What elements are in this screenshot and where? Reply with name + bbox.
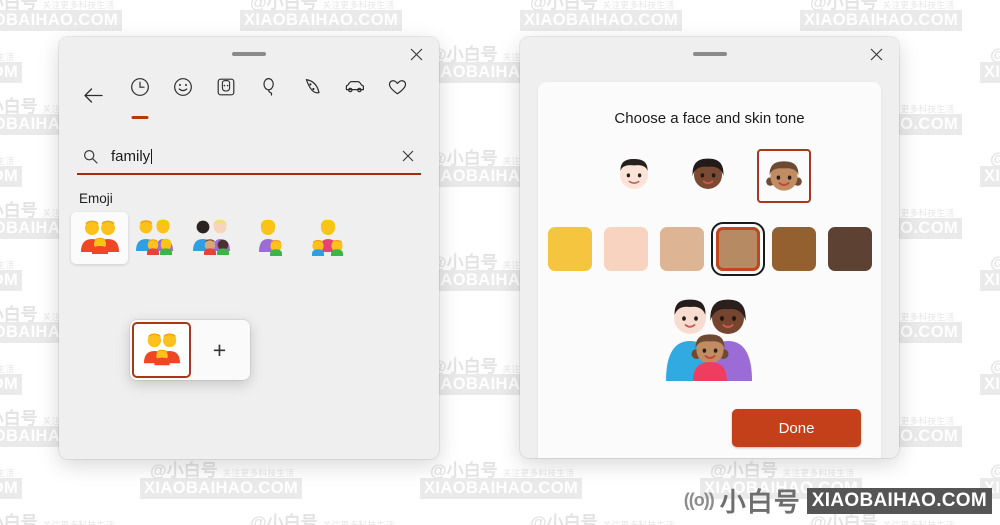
skin-tone-title: Choose a face and skin tone — [614, 110, 805, 127]
watermark-tile: @小白号关注更多科技生活XIAOBAIHAO.COM — [980, 246, 1000, 298]
face-girl-medium[interactable] — [756, 149, 811, 203]
emoji-picker-window: family Emoji + — [59, 37, 439, 459]
site-logo: ((o)) 小白号 XIAOBAIHAO.COM — [684, 482, 992, 519]
kaomoji-tab[interactable] — [248, 77, 289, 113]
emoji-result-family-woman-boy-boy[interactable] — [299, 212, 356, 264]
watermark-tile: @小白号关注更多科技生活XIAOBAIHAO.COM — [250, 513, 395, 525]
emoji-result-family-woman-boy[interactable] — [242, 212, 299, 264]
back-button[interactable] — [73, 77, 113, 113]
face-woman-dark[interactable] — [683, 149, 733, 199]
watermark-tile: @小白号关注更多科技生活XIAOBAIHAO.COM — [980, 38, 1000, 90]
emoji-variant-flyout: + — [130, 320, 250, 380]
tone-medium[interactable] — [710, 222, 765, 276]
watermark-tile: @小白号关注更多科技生活XIAOBAIHAO.COM — [800, 0, 1000, 38]
tone-light[interactable] — [603, 227, 648, 271]
search-input-value[interactable]: family — [111, 148, 150, 165]
emoji-result-family-man-dark-woman-light-children[interactable] — [185, 212, 242, 264]
watermark-tile: @小白号关注更多科技生活XIAOBAIHAO.COM — [520, 0, 800, 38]
broadcast-icon: ((o)) — [683, 490, 715, 510]
close-icon[interactable] — [859, 41, 893, 67]
family-preview-emoji — [538, 297, 881, 383]
clear-icon[interactable] — [397, 145, 419, 167]
skin-tone-card: Choose a face and skin tone Done — [538, 82, 881, 458]
logo-chinese-text: 小白号 — [719, 487, 801, 517]
emoji-results-grid — [59, 206, 439, 264]
emoji-tab[interactable] — [162, 77, 203, 113]
skin-tone-picker-window: Choose a face and skin tone Done — [520, 37, 899, 458]
face-options — [538, 149, 881, 203]
emoji-category-tabs — [59, 71, 439, 121]
watermark-tile: @小白号关注更多科技生活XIAOBAIHAO.COM — [420, 454, 700, 506]
watermark-tile: @小白号关注更多科技生活XIAOBAIHAO.COM — [980, 142, 1000, 194]
emoji-result-family-man-woman-boy-girl[interactable] — [128, 212, 185, 264]
watermark-tile: @小白号关注更多科技生活XIAOBAIHAO.COM — [980, 350, 1000, 402]
window-drag-handle[interactable] — [692, 52, 727, 56]
tone-medium-dark[interactable] — [771, 227, 816, 271]
skin-tone-titlebar — [520, 37, 899, 71]
results-section-label: Emoji — [79, 191, 113, 206]
search-icon — [77, 149, 103, 164]
text-caret — [151, 148, 153, 164]
tone-default-yellow[interactable] — [547, 227, 592, 271]
skin-tone-swatches — [538, 222, 881, 276]
tone-medium-light[interactable] — [659, 227, 704, 271]
tone-dark[interactable] — [827, 227, 872, 271]
window-drag-handle[interactable] — [232, 52, 266, 56]
watermark-tile: @小白号关注更多科技生活XIAOBAIHAO.COM — [0, 0, 240, 38]
close-icon[interactable] — [399, 41, 433, 67]
emoji-result-family-man-man-boy[interactable] — [71, 212, 128, 264]
active-tab-indicator — [131, 116, 148, 119]
watermark-tile: @小白号关注更多科技生活XIAOBAIHAO.COM — [240, 0, 520, 38]
travel-tab[interactable] — [334, 77, 375, 113]
emoji-picker-titlebar — [59, 37, 439, 71]
emoji-search-field[interactable]: family — [77, 139, 421, 175]
symbols-tab[interactable] — [377, 77, 418, 113]
watermark-tile: @小白号关注更多科技生活XIAOBAIHAO.COM — [0, 513, 115, 525]
flyout-selected-emoji[interactable] — [132, 322, 191, 378]
watermark-tile: @小白号关注更多科技生活XIAOBAIHAO.COM — [140, 454, 420, 506]
done-button[interactable]: Done — [732, 409, 861, 447]
recent-tab[interactable] — [119, 77, 160, 119]
customize-emoji-button[interactable]: + — [191, 337, 248, 364]
face-man-light[interactable] — [609, 149, 659, 199]
watermark-tile: @小白号关注更多科技生活XIAOBAIHAO.COM — [0, 454, 140, 506]
food-tab[interactable] — [291, 77, 332, 113]
logo-domain-text: XIAOBAIHAO.COM — [806, 487, 992, 514]
gif-tab[interactable] — [205, 77, 246, 113]
